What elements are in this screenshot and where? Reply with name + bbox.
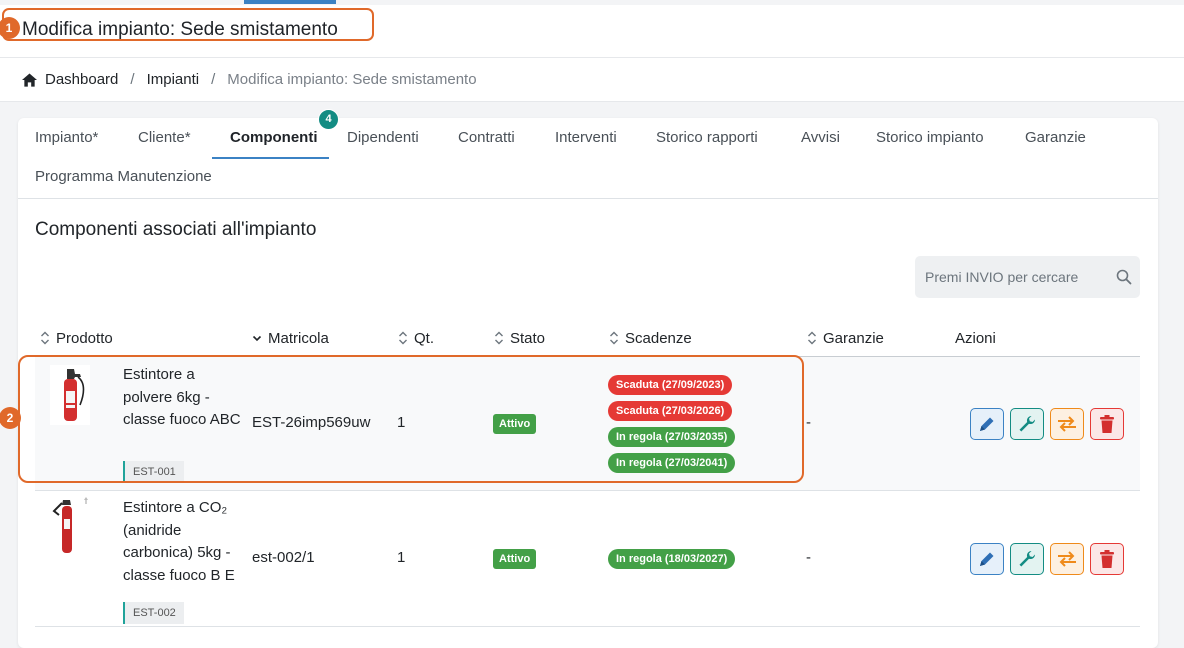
column-header-azioni: Azioni (955, 328, 996, 348)
search-input[interactable] (923, 268, 1116, 286)
column-label: Garanzie (823, 329, 884, 347)
breadcrumb: Dashboard / Impianti / Modifica impianto… (0, 58, 1184, 102)
column-label: Prodotto (56, 329, 113, 347)
delete-button[interactable] (1090, 543, 1124, 575)
trash-icon (1100, 550, 1114, 568)
sort-icon (495, 331, 503, 345)
status-badge: Attivo (493, 549, 537, 569)
wrench-icon (1019, 550, 1036, 567)
breadcrumb-separator: / (130, 71, 135, 88)
page-header: 1 Modifica impianto: Sede smistamento (0, 5, 1184, 58)
tab-bar: Impianto* Cliente* Componenti 4 Dipenden… (18, 109, 1158, 199)
sort-icon (610, 331, 618, 345)
trash-icon (1100, 415, 1114, 433)
quantity: 1 (397, 549, 406, 566)
swap-arrows-icon (1058, 416, 1076, 432)
transfer-button[interactable] (1050, 543, 1084, 575)
tab-impianto[interactable]: Impianto* (35, 118, 98, 158)
breadcrumb-impianti[interactable]: Impianti (147, 71, 200, 88)
tab-contratti[interactable]: Contratti (458, 118, 515, 158)
delete-button[interactable] (1090, 408, 1124, 440)
sort-icon (808, 331, 816, 345)
tab-dipendenti[interactable]: Dipendenti (347, 118, 419, 158)
edit-button[interactable] (970, 543, 1004, 575)
column-label: Matricola (268, 329, 329, 347)
sort-desc-icon (252, 335, 262, 342)
warranty-value: - (806, 549, 811, 566)
table-row: Estintore a CO₂ (anidride carbonica) 5kg… (35, 491, 1140, 627)
transfer-button[interactable] (1050, 408, 1084, 440)
column-header-matricola[interactable]: Matricola (252, 328, 329, 348)
tab-cliente[interactable]: Cliente* (138, 118, 191, 158)
row-annotation-box (18, 355, 804, 483)
product-code-tag: EST-002 (123, 602, 184, 624)
column-header-stato[interactable]: Stato (494, 328, 545, 348)
column-header-garanzie[interactable]: Garanzie (807, 328, 884, 348)
tab-garanzie[interactable]: Garanzie (1025, 118, 1086, 158)
pen-icon (980, 417, 994, 431)
tab-avvisi[interactable]: Avvisi (801, 118, 840, 158)
column-header-qt[interactable]: Qt. (398, 328, 434, 348)
breadcrumb-separator: / (211, 71, 216, 88)
top-accent-bar (244, 0, 336, 4)
tab-storico-rapporti[interactable]: Storico rapporti (656, 118, 758, 158)
breadcrumb-dashboard[interactable]: Dashboard (45, 71, 118, 88)
column-header-prodotto[interactable]: Prodotto (40, 328, 113, 348)
product-name: Estintore a CO₂ (anidride carbonica) 5kg… (123, 499, 235, 584)
column-label: Qt. (414, 329, 435, 347)
tab-componenti-count-badge: 4 (318, 109, 339, 130)
sort-icon (399, 331, 407, 345)
warranty-value: - (806, 414, 811, 431)
serial-number: est-002/1 (252, 549, 315, 566)
sort-icon (41, 331, 49, 345)
search-icon[interactable] (1116, 269, 1132, 285)
page-title: Modifica impianto: Sede smistamento (22, 19, 338, 40)
home-icon[interactable] (22, 72, 37, 87)
annotation-marker-2: 2 (0, 407, 21, 429)
breadcrumb-current: Modifica impianto: Sede smistamento (227, 71, 477, 88)
search-box (915, 256, 1140, 298)
wrench-icon (1019, 415, 1036, 432)
maintenance-button[interactable] (1010, 408, 1044, 440)
deadline-badge-ok: In regola (18/03/2027) (608, 549, 736, 569)
column-header-scadenze[interactable]: Scadenze (609, 328, 692, 348)
tab-componenti[interactable]: Componenti (212, 118, 329, 159)
fire-extinguisher-co2-image (50, 497, 90, 557)
maintenance-button[interactable] (1010, 543, 1044, 575)
edit-button[interactable] (970, 408, 1004, 440)
tab-componenti-label: Componenti (230, 129, 318, 146)
column-label: Azioni (955, 329, 996, 347)
main-card: Impianto* Cliente* Componenti 4 Dipenden… (18, 109, 1158, 648)
column-label: Stato (510, 329, 546, 347)
tab-interventi[interactable]: Interventi (555, 118, 617, 158)
swap-arrows-icon (1058, 551, 1076, 567)
pen-icon (980, 552, 994, 566)
column-label: Scadenze (625, 329, 692, 347)
section-title: Componenti associati all'impianto (35, 219, 317, 240)
tab-programma-manutenzione[interactable]: Programma Manutenzione (35, 157, 212, 197)
tab-storico-impianto[interactable]: Storico impianto (876, 118, 984, 158)
